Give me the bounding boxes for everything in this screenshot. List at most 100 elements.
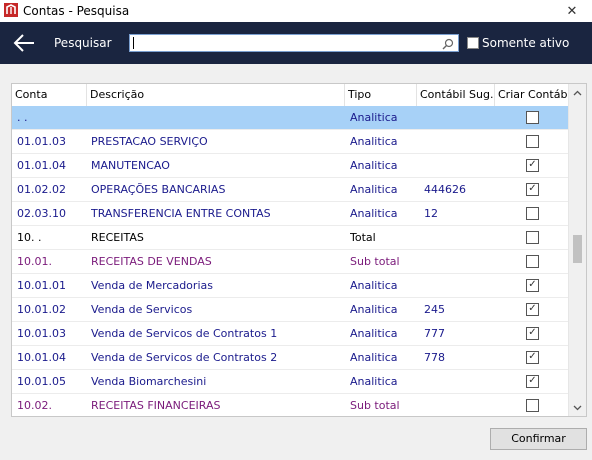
account-type: Analitica <box>350 135 398 148</box>
account-code: 01.01.03 <box>17 135 66 148</box>
account-code: 01.01.04 <box>17 159 66 172</box>
account-type: Sub total <box>350 399 400 412</box>
table-row[interactable]: 01.01.03 PRESTACAO SERVIÇO Analitica <box>12 130 569 154</box>
account-code: 02.03.10 <box>17 207 66 220</box>
table-row[interactable]: 10.01. RECEITAS DE VENDAS Sub total <box>12 250 569 274</box>
column-header-tipo[interactable]: Tipo <box>345 84 417 106</box>
table-row[interactable]: 10.02. RECEITAS FINANCEIRAS Sub total <box>12 394 569 416</box>
chevron-up-icon <box>573 90 582 95</box>
account-type: Total <box>350 231 376 244</box>
table-row[interactable]: 01.01.04 MANUTENCAO Analitica ✓ <box>12 154 569 178</box>
suggested-ledger <box>424 370 494 394</box>
app-logo-icon <box>4 3 18 17</box>
create-ledger-checkbox[interactable]: ✓ <box>526 183 539 196</box>
text-caret <box>133 37 134 49</box>
account-type: Analitica <box>350 279 398 292</box>
table-row[interactable]: 10. . RECEITAS Total <box>12 226 569 250</box>
account-type: Analitica <box>350 207 398 220</box>
account-description: RECEITAS <box>91 231 144 244</box>
account-description: Venda Biomarchesini <box>91 375 207 388</box>
account-type: Analitica <box>350 303 398 316</box>
arrow-left-icon[interactable] <box>12 32 36 54</box>
suggested-ledger <box>424 394 494 416</box>
table-row[interactable]: 10.01.03 Venda de Servicos de Contratos 1… <box>12 322 569 346</box>
create-ledger-checkbox[interactable] <box>526 111 539 124</box>
table-row[interactable]: . . Analitica <box>12 106 569 130</box>
create-ledger-checkbox[interactable] <box>526 255 539 268</box>
table-row[interactable]: 10.01.02 Venda de Servicos Analitica 245 ✓ <box>12 298 569 322</box>
active-only-label: Somente ativo <box>482 36 570 50</box>
confirm-button[interactable]: Confirmar <box>490 428 587 450</box>
vertical-scrollbar[interactable] <box>568 84 586 416</box>
account-code: 10.01.05 <box>17 375 66 388</box>
suggested-ledger: 245 <box>424 303 445 316</box>
title-bar: Contas - Pesquisa ✕ <box>0 0 592 23</box>
table-row[interactable]: 10.01.05 Venda Biomarchesini Analitica ✓ <box>12 370 569 394</box>
account-description <box>91 106 346 130</box>
grid-rows: . . Analitica 01.01.03 PRESTACAO SERVIÇO Ana… <box>12 106 569 416</box>
suggested-ledger <box>424 154 494 178</box>
close-icon: ✕ <box>566 3 578 19</box>
account-code: 10.01.01 <box>17 279 66 292</box>
suggested-ledger <box>424 106 494 130</box>
column-header-contabil-sug[interactable]: Contábil Sug. <box>417 84 495 106</box>
account-type: Analitica <box>350 111 398 124</box>
account-description: TRANSFERENCIA ENTRE CONTAS <box>91 207 271 220</box>
table-row[interactable]: 01.02.02 OPERAÇÕES BANCARIAS Analitica 4446… <box>12 178 569 202</box>
account-description: Venda de Servicos de Contratos 1 <box>91 327 278 340</box>
search-input[interactable] <box>129 34 459 52</box>
account-description: Venda de Servicos <box>91 303 193 316</box>
create-ledger-checkbox[interactable] <box>526 399 539 412</box>
column-header-criar-contabil[interactable]: Criar Contábil <box>495 84 574 106</box>
create-ledger-checkbox[interactable]: ✓ <box>526 375 539 388</box>
account-code: 10.01.03 <box>17 327 66 340</box>
account-type: Analitica <box>350 183 398 196</box>
search-toolbar: Pesquisar Somente ativo <box>0 22 592 64</box>
table-row[interactable]: 02.03.10 TRANSFERENCIA ENTRE CONTAS Analit… <box>12 202 569 226</box>
suggested-ledger: 778 <box>424 351 445 364</box>
create-ledger-checkbox[interactable] <box>526 207 539 220</box>
suggested-ledger: 12 <box>424 207 438 220</box>
grid-header: Conta Descrição Tipo Contábil Sug. Criar… <box>12 84 574 107</box>
account-code: 10.02. <box>17 399 52 412</box>
account-code: . . <box>17 111 28 124</box>
create-ledger-checkbox[interactable]: ✓ <box>526 159 539 172</box>
account-description: MANUTENCAO <box>91 159 170 172</box>
suggested-ledger <box>424 226 494 250</box>
account-description: RECEITAS FINANCEIRAS <box>91 399 221 412</box>
account-description: Venda de Mercadorias <box>91 279 213 292</box>
account-code: 01.02.02 <box>17 183 66 196</box>
create-ledger-checkbox[interactable]: ✓ <box>526 303 539 316</box>
accounts-grid: Conta Descrição Tipo Contábil Sug. Criar… <box>11 83 587 417</box>
account-type: Analitica <box>350 159 398 172</box>
account-type: Analitica <box>350 327 398 340</box>
chevron-down-icon <box>573 405 582 410</box>
table-row[interactable]: 10.01.01 Venda de Mercadorias Analitica ✓ <box>12 274 569 298</box>
active-only-checkbox[interactable] <box>467 37 479 49</box>
account-description: OPERAÇÕES BANCARIAS <box>91 183 226 196</box>
create-ledger-checkbox[interactable] <box>526 135 539 148</box>
create-ledger-checkbox[interactable] <box>526 231 539 244</box>
magnifier-icon[interactable] <box>442 38 454 50</box>
create-ledger-checkbox[interactable]: ✓ <box>526 351 539 364</box>
close-button[interactable]: ✕ <box>552 0 592 22</box>
search-label: Pesquisar <box>54 36 112 50</box>
scroll-up-button[interactable] <box>569 84 586 101</box>
column-header-conta[interactable]: Conta <box>12 84 87 106</box>
table-row[interactable]: 10.01.04 Venda de Servicos de Contratos 2… <box>12 346 569 370</box>
account-description: PRESTACAO SERVIÇO <box>91 135 208 148</box>
create-ledger-checkbox[interactable]: ✓ <box>526 279 539 292</box>
account-code: 10.01.04 <box>17 351 66 364</box>
account-description: RECEITAS DE VENDAS <box>91 255 212 268</box>
create-ledger-checkbox[interactable]: ✓ <box>526 327 539 340</box>
column-header-descricao[interactable]: Descrição <box>87 84 345 106</box>
suggested-ledger <box>424 130 494 154</box>
window-title: Contas - Pesquisa <box>23 4 130 18</box>
account-code: 10. . <box>17 231 42 244</box>
account-type: Analitica <box>350 351 398 364</box>
account-description: Venda de Servicos de Contratos 2 <box>91 351 278 364</box>
suggested-ledger: 444626 <box>424 183 466 196</box>
scrollbar-thumb[interactable] <box>573 235 582 263</box>
scroll-down-button[interactable] <box>569 399 586 416</box>
account-code: 10.01. <box>17 255 52 268</box>
